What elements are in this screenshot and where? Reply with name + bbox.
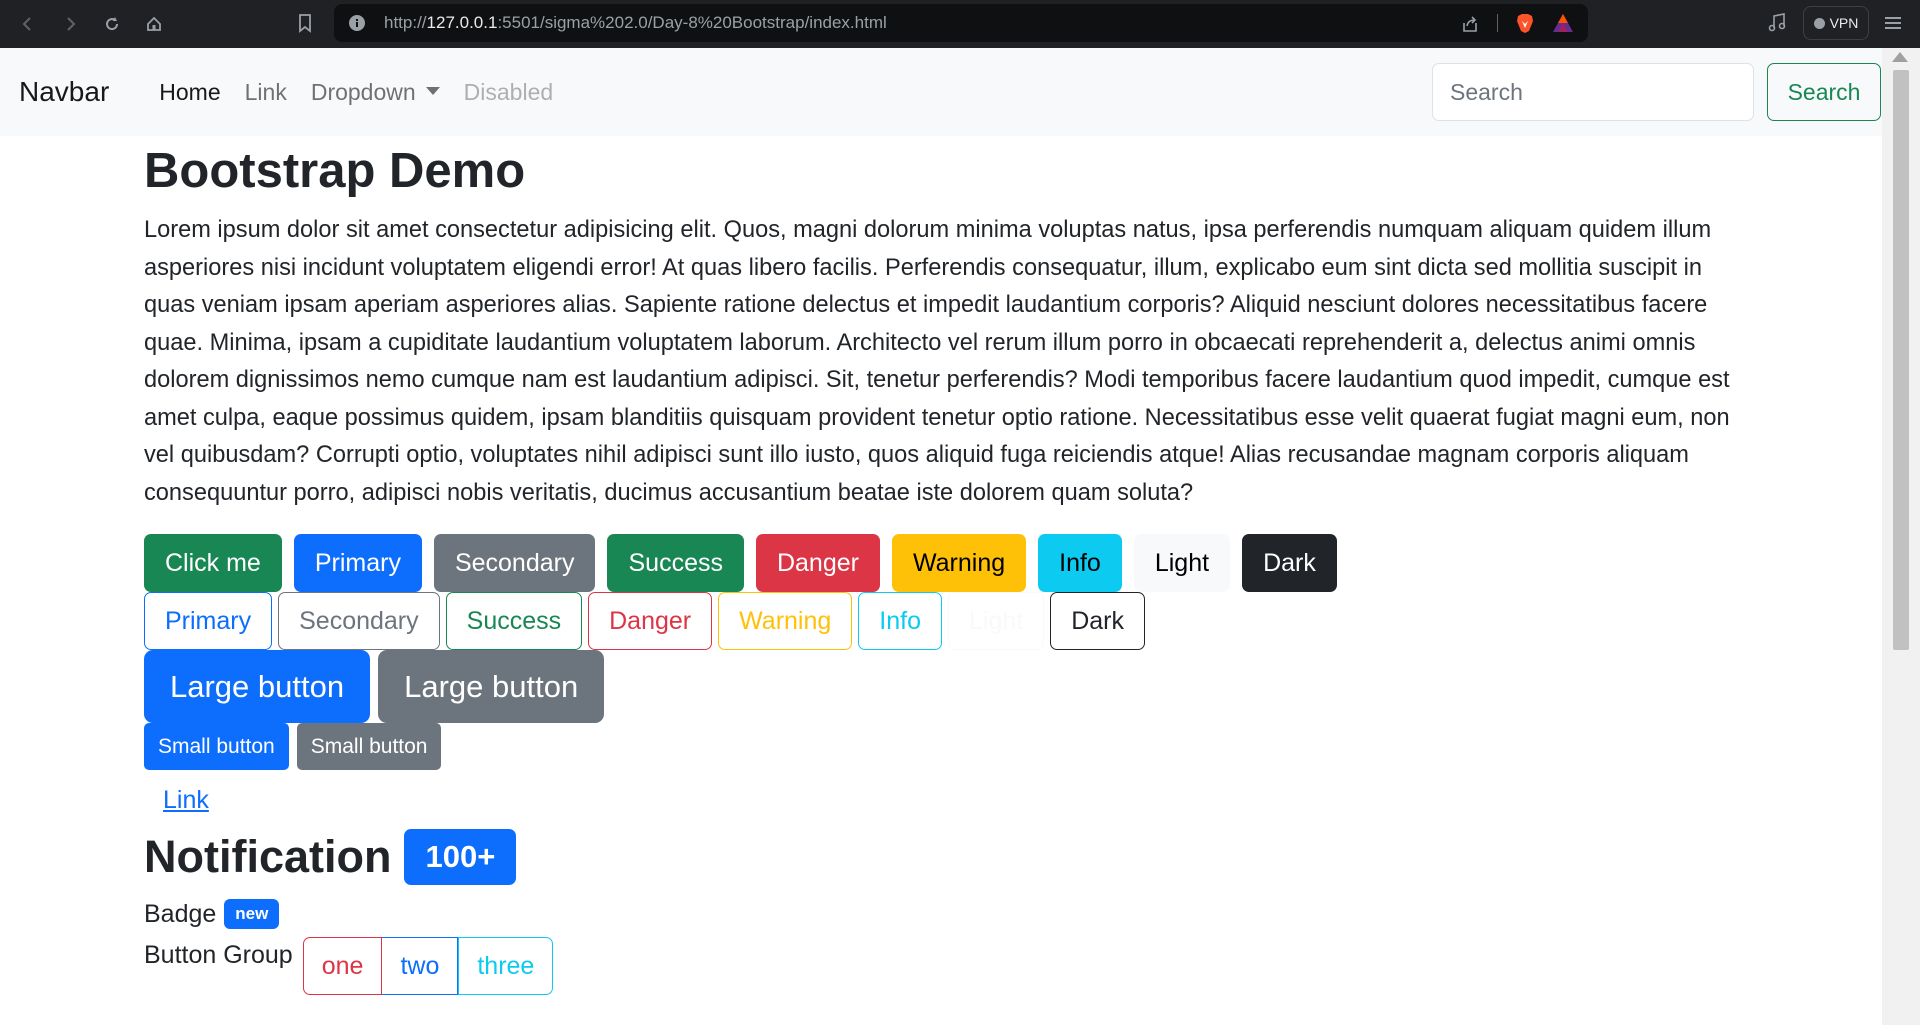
search-input[interactable] [1432,63,1754,121]
vpn-label: VPN [1829,15,1859,31]
secondary-button[interactable]: Secondary [433,534,596,592]
navbar: Navbar Home Link Dropdown Disabled Searc… [0,48,1882,136]
notification-heading: Notification [144,831,392,882]
small-primary-button[interactable]: Small button [144,723,289,770]
badge-label: Badge [144,899,217,928]
warning-button[interactable]: Warning [891,534,1027,592]
nav-link-disabled: Disabled [463,78,554,105]
share-icon[interactable] [1460,14,1480,34]
button-group: one two three [302,937,554,995]
page-title: Bootstrap Demo [144,144,526,198]
group-button-one[interactable]: one [302,937,383,995]
link-button[interactable]: Link [163,786,209,815]
info-button[interactable]: Info [1038,534,1122,592]
button-group-row: Button Group one two three [144,937,1754,995]
light-button[interactable]: Light [1133,534,1231,592]
scroll-up-arrow-icon[interactable] [1892,52,1908,62]
primary-button[interactable]: Primary [293,534,422,592]
large-buttons-row: Large button Large button [144,650,1754,723]
badge-row: Badge new [144,899,1754,929]
nav-link-home[interactable]: Home [147,79,232,106]
group-button-two[interactable]: two [382,937,459,995]
scrollbar[interactable] [1882,48,1920,1025]
navbar-brand[interactable]: Navbar [19,76,109,108]
outline-buttons-row: Primary Secondary Success Danger Warning… [144,592,1754,650]
outline-light-button[interactable]: Light [948,592,1045,650]
nav-links: Home Link Dropdown Disabled [147,79,565,106]
outline-primary-button[interactable]: Primary [144,592,273,650]
url-text[interactable]: http://127.0.0.1:5501/sigma%202.0/Day-8%… [384,13,887,33]
caret-down-icon [425,87,440,96]
group-button-three[interactable]: three [458,937,554,995]
vpn-button[interactable]: VPN [1803,6,1869,40]
url-host: 127.0.0.1 [426,13,498,32]
bookmark-icon[interactable] [292,10,318,36]
url-scheme: http:// [384,13,427,32]
media-icon[interactable] [1766,12,1788,34]
dark-button[interactable]: Dark [1242,534,1337,592]
intro-paragraph: Lorem ipsum dolor sit amet consectetur a… [144,217,1730,506]
menu-icon[interactable] [1882,12,1904,34]
outline-dark-button[interactable]: Dark [1050,592,1146,650]
outline-danger-button[interactable]: Danger [588,592,713,650]
nav-dropdown-label: Dropdown [310,78,416,105]
search-button[interactable]: Search [1767,63,1881,121]
solid-buttons-row: Click me Primary Secondary Success Dange… [144,534,1754,592]
click-me-button[interactable]: Click me [144,534,282,592]
vpn-status-icon [1813,17,1825,29]
notification-badge: 100+ [404,829,517,885]
outline-success-button[interactable]: Success [445,592,583,650]
button-group-label: Button Group [144,941,293,969]
small-buttons-row: Small button Small button [144,723,1754,770]
url-path: :5501/sigma%202.0/Day-8%20Bootstrap/inde… [497,13,887,32]
success-button[interactable]: Success [607,534,744,592]
scrollbar-thumb[interactable] [1893,70,1909,650]
address-bar[interactable]: http://127.0.0.1:5501/sigma%202.0/Day-8%… [334,4,1588,42]
new-badge: new [224,899,280,929]
large-primary-button[interactable]: Large button [144,650,371,723]
nav-link-link[interactable]: Link [233,79,299,106]
site-info-icon[interactable] [348,14,366,32]
small-secondary-button[interactable]: Small button [296,723,442,770]
forward-icon[interactable] [56,10,84,38]
toolbar-divider [1497,14,1498,32]
home-icon[interactable] [140,10,168,38]
brave-shields-icon[interactable] [1514,12,1536,34]
main-content: Bootstrap Demo Lorem ipsum dolor sit ame… [144,136,1754,995]
brave-rewards-icon[interactable] [1552,13,1574,33]
back-icon[interactable] [14,10,42,38]
large-secondary-button[interactable]: Large button [378,650,605,723]
outline-secondary-button[interactable]: Secondary [278,592,440,650]
notification-heading-row: Notification 100+ [144,829,1754,885]
danger-button[interactable]: Danger [755,534,880,592]
browser-toolbar: http://127.0.0.1:5501/sigma%202.0/Day-8%… [0,0,1920,48]
nav-dropdown[interactable]: Dropdown [299,79,452,106]
reload-icon[interactable] [98,10,126,38]
outline-info-button[interactable]: Info [858,592,942,650]
outline-warning-button[interactable]: Warning [718,592,853,650]
